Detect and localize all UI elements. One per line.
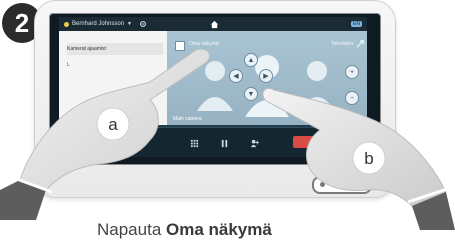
pan-left-button[interactable]: ◀	[229, 69, 243, 83]
instruction-caption: Napauta Oma näkymä	[97, 220, 272, 240]
user-menu[interactable]: Bernhard Johnsson ▼	[64, 21, 132, 27]
callout-b-letter: b	[364, 149, 373, 168]
user-name: Bernhard Johnsson	[72, 21, 125, 27]
pan-up-button[interactable]: ▲	[244, 53, 258, 67]
presence-icon	[64, 21, 69, 27]
chevron-down-icon: ▼	[127, 21, 132, 27]
callout-a-letter: a	[108, 115, 118, 134]
step-number: 2	[14, 7, 30, 38]
television-label: Television	[331, 41, 353, 47]
right-hand-illustration: b	[262, 88, 455, 230]
expand-icon[interactable]	[355, 39, 365, 49]
zoom-in-button[interactable]: +	[345, 65, 359, 79]
language-badge: EN	[351, 21, 362, 27]
status-bar: Bernhard Johnsson ▼ EN	[59, 17, 367, 31]
gear-icon[interactable]	[139, 20, 147, 28]
caption-prefix: Napauta	[97, 220, 166, 239]
caption-emphasis: Oma näkymä	[166, 220, 272, 239]
left-hand-illustration: a	[0, 48, 211, 220]
home-icon[interactable]	[209, 19, 219, 29]
